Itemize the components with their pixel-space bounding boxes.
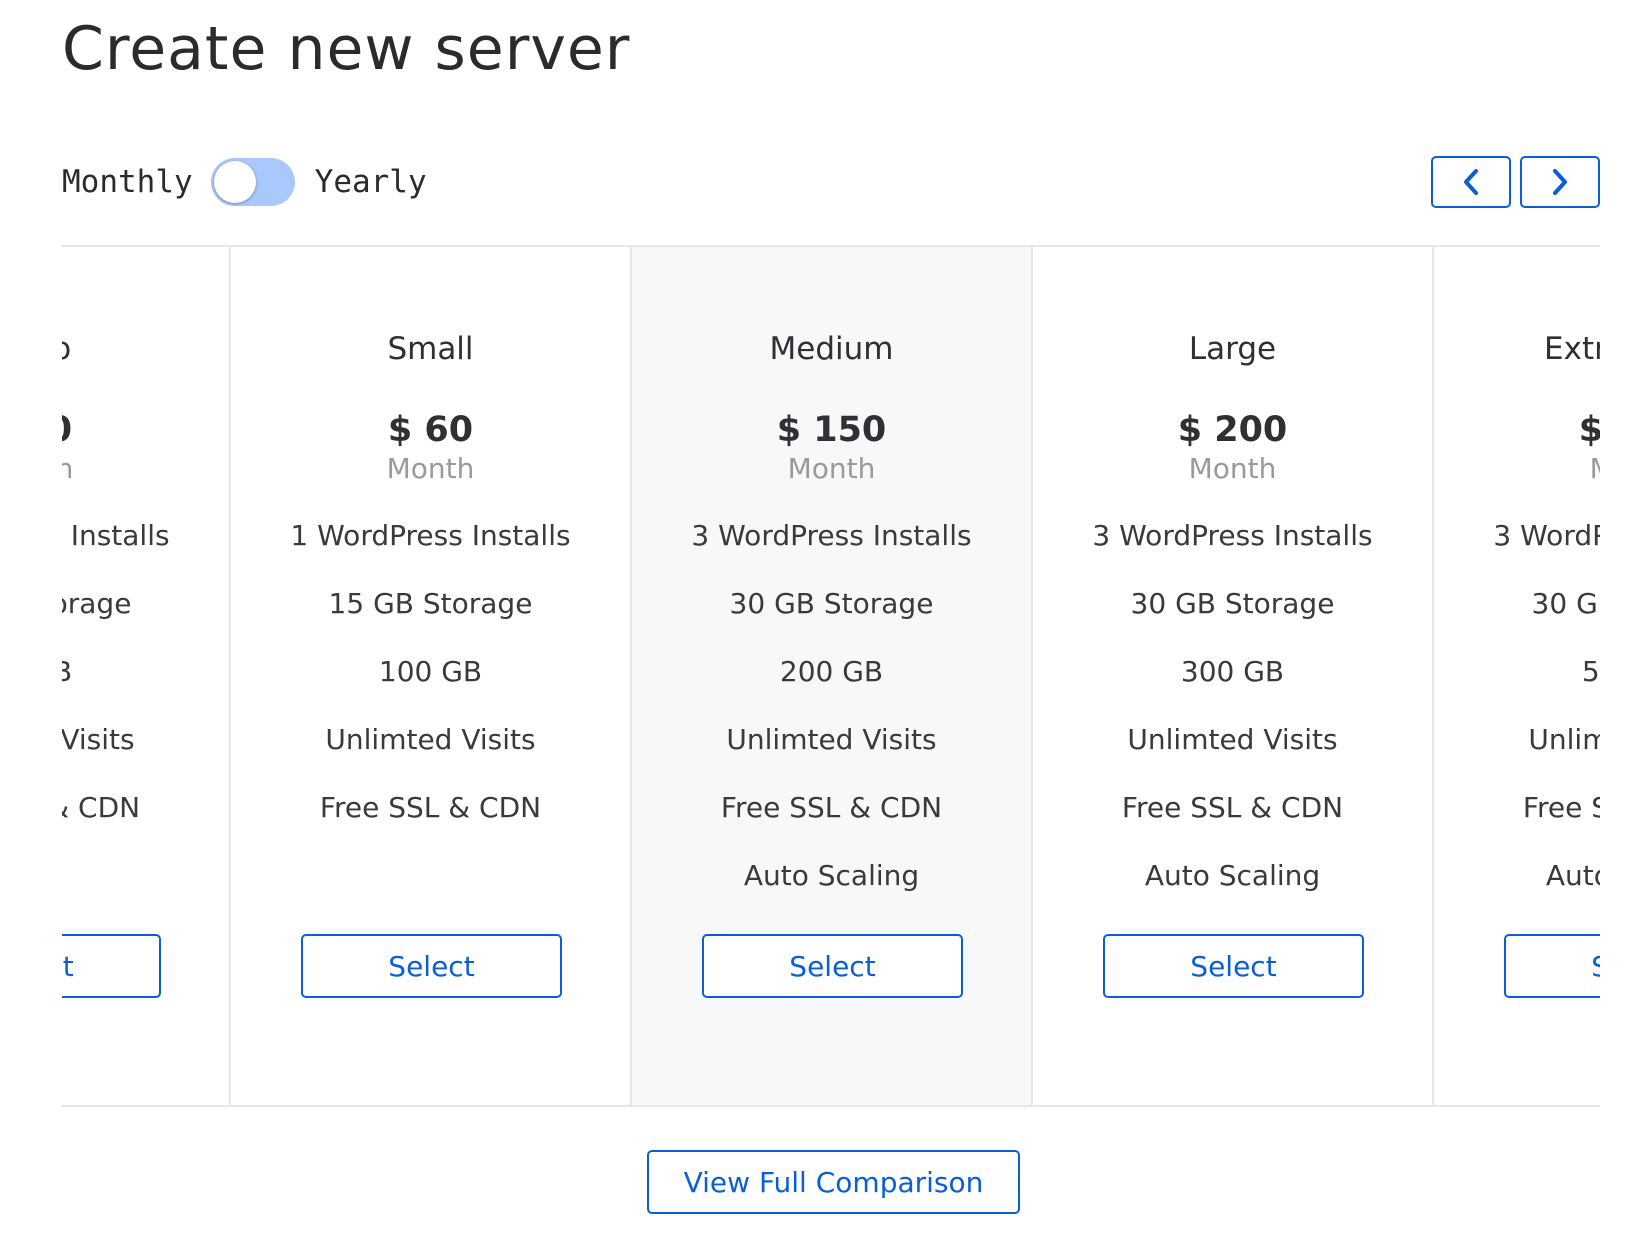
plan-feature: Unlimted Visits: [726, 723, 937, 756]
carousel-next-button[interactable]: [1520, 156, 1600, 208]
plan-feature: Unlimted Visits: [62, 723, 135, 756]
plan-feature: Auto Scaling: [743, 859, 920, 892]
plan-feature: 30 GB Storage: [1130, 587, 1335, 620]
plan-feature: 3 WordPress Installs: [1092, 519, 1373, 552]
plan-select-button[interactable]: Select: [301, 934, 562, 998]
plan-select-button[interactable]: Select: [1103, 934, 1364, 998]
plan-card: Large $ 200 Month 3 WordPress Installs 30 GB…: [1033, 247, 1434, 1105]
plan-feature: Free SSL & CDN: [319, 791, 542, 824]
plan-feature: 100 GB: [378, 655, 483, 688]
plan-price: $ 300: [1434, 410, 1600, 450]
plans-track: Micro$ 30Month1 WordPress Installs10 GB …: [62, 247, 1600, 1105]
plan-feature: 3 WordPress Installs: [1493, 519, 1600, 552]
plan-feature: 30 GB Storage: [729, 587, 934, 620]
plan-price: $ 60: [387, 410, 474, 450]
plan-price: $ 30: [62, 410, 229, 450]
plan-feature: 15 GB Storage: [328, 587, 533, 620]
plan-feature: 300 GB: [1180, 655, 1285, 688]
monthly-label: Monthly: [62, 164, 193, 200]
plan-feature-list: 1 WordPress Installs 15 GB Storage 100 GB U…: [231, 519, 630, 859]
plans-carousel: Micro$ 30Month1 WordPress Installs10 GB …: [62, 245, 1600, 1107]
plan-billing-period: Month: [386, 452, 475, 485]
plan-price: $ 150: [776, 410, 887, 450]
plan-feature: 3 WordPress Installs: [691, 519, 972, 552]
plan-name: Small: [387, 331, 474, 367]
plan-card: Small $ 60 Month 1 WordPress Installs 15 GB …: [231, 247, 632, 1105]
plan-feature: 200 GB: [779, 655, 884, 688]
plan-select-button[interactable]: Select: [702, 934, 963, 998]
plan-feature-list: 3 WordPress Installs 30 GB Storage 500 GB U…: [1434, 519, 1600, 927]
plan-feature: 30 GB Storage: [1531, 587, 1600, 620]
plan-feature-list: 3 WordPress Installs 30 GB Storage 200 GB U…: [632, 519, 1031, 927]
plan-billing-period: Month: [787, 452, 876, 485]
plan-card: Micro $ 30Month 1 WordPress Installs 10 GB …: [62, 247, 231, 1105]
plan-feature: Unlimted Visits: [1127, 723, 1338, 756]
plan-feature: 500 GB: [1581, 655, 1600, 688]
plan-card: Extra Large $ 300Month 3 WordPress Install…: [1434, 247, 1600, 1105]
plan-feature: Auto Scaling: [1545, 859, 1600, 892]
plan-feature: Free SSL & CDN: [62, 791, 141, 824]
carousel-prev-button[interactable]: [1431, 156, 1511, 208]
plan-name: Micro: [62, 331, 229, 367]
plan-feature: Free SSL & CDN: [1121, 791, 1344, 824]
view-full-comparison-button[interactable]: View Full Comparison: [647, 1150, 1020, 1214]
plan-feature: 1 WordPress Installs: [62, 519, 170, 552]
billing-period-toggle-row: Monthly Yearly: [62, 156, 427, 208]
plan-select-button[interactable]: Select: [1504, 934, 1600, 998]
plan-feature: Free SSL & CDN: [1522, 791, 1600, 824]
plan-feature-list: 3 WordPress Installs 30 GB Storage 300 GB U…: [1033, 519, 1432, 927]
plan-price: $ 200: [1177, 410, 1288, 450]
plan-feature: 50 GB: [62, 655, 229, 723]
plan-feature: Unlimted Visits: [1528, 723, 1600, 756]
plan-billing-period: Month: [62, 452, 229, 485]
plan-billing-period: Month: [1188, 452, 1277, 485]
plan-select-button[interactable]: Select: [62, 934, 161, 998]
plan-feature-list: 1 WordPress Installs 10 GB Storage 50 GBUn…: [62, 519, 229, 859]
chevron-right-icon: [1548, 167, 1572, 197]
switch-knob: [213, 161, 256, 203]
plan-feature: Unlimted Visits: [325, 723, 536, 756]
plan-card: Medium $ 150 Month 3 WordPress Installs 30 G…: [632, 247, 1033, 1105]
plan-feature: 10 GB Storage: [62, 587, 132, 620]
chevron-left-icon: [1459, 167, 1483, 197]
plan-name: Large: [1188, 331, 1277, 367]
page-title: Create new server: [62, 14, 631, 84]
plan-name: Medium: [769, 331, 894, 367]
plan-feature: Free SSL & CDN: [720, 791, 943, 824]
plan-feature: Auto Scaling: [1144, 859, 1321, 892]
plan-name: Extra Large: [1544, 331, 1600, 367]
plan-billing-period: Month: [1434, 452, 1600, 485]
plan-feature: 1 WordPress Installs: [290, 519, 571, 552]
billing-period-switch[interactable]: [210, 158, 295, 206]
yearly-label: Yearly: [314, 164, 427, 200]
